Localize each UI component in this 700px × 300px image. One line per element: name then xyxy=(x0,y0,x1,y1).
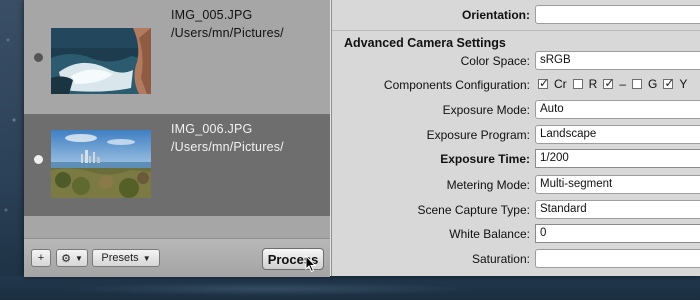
white-balance-row: White Balance: 0 xyxy=(332,223,700,245)
file-path: /Users/mn/Pictures/ xyxy=(171,26,284,40)
metering-mode-label: Metering Mode: xyxy=(446,178,530,192)
file-name: IMG_006.JPG xyxy=(171,122,253,136)
color-space-row: Color Space: sRGB xyxy=(332,50,700,72)
presets-label: Presets xyxy=(101,252,139,264)
section-title: Advanced Camera Settings xyxy=(344,36,506,50)
add-button[interactable]: + xyxy=(31,249,51,267)
mouse-cursor-icon xyxy=(305,255,317,273)
exposure-mode-field[interactable]: Auto xyxy=(535,100,700,119)
exposure-time-input[interactable]: 1/200 xyxy=(535,149,700,168)
status-dot xyxy=(34,155,43,164)
scene-capture-label: Scene Capture Type: xyxy=(417,203,530,217)
component-label: R xyxy=(588,77,598,91)
desktop-wallpaper xyxy=(0,0,24,300)
saturation-field[interactable] xyxy=(535,249,700,268)
settings-pane: Orientation: Advanced Camera Settings Co… xyxy=(332,0,700,276)
white-balance-input[interactable]: 0 xyxy=(535,224,700,243)
saturation-row: Saturation: xyxy=(332,248,700,270)
component-checkbox[interactable] xyxy=(572,79,583,89)
component-checkbox[interactable] xyxy=(603,76,614,90)
action-menu-button[interactable]: ⚙ ▼ xyxy=(56,249,88,267)
file-list: IMG_005.JPG /Users/mn/Pictures/ IMG_006.… xyxy=(24,0,330,216)
chevron-down-icon: ▼ xyxy=(142,253,151,263)
exposure-mode-label: Exposure Mode: xyxy=(442,103,530,117)
orientation-label: Orientation: xyxy=(462,8,530,22)
exposure-program-label: Exposure Program: xyxy=(426,128,530,142)
white-balance-label: White Balance: xyxy=(449,227,530,241)
status-dot xyxy=(34,53,43,62)
bottom-toolbar: + ⚙ ▼ Presets ▼ Process xyxy=(24,238,330,277)
metering-mode-field[interactable]: Multi-segment xyxy=(535,175,700,194)
file-list-pane: IMG_005.JPG /Users/mn/Pictures/ IMG_006.… xyxy=(24,0,330,277)
component-checkbox[interactable] xyxy=(632,79,643,89)
thumbnail-image xyxy=(51,130,151,198)
desktop-wallpaper-bottom xyxy=(0,276,700,300)
components-configuration-label: Components Configuration: xyxy=(383,78,530,92)
color-space-field[interactable]: sRGB xyxy=(535,51,700,70)
exposure-time-row: Exposure Time: 1/200 xyxy=(332,148,700,170)
component-checkbox[interactable] xyxy=(538,76,549,90)
component-label: Cr xyxy=(554,77,567,91)
components-configuration-row: Components Configuration: Cr R – G Y xyxy=(332,74,700,96)
component-label: G xyxy=(648,77,658,91)
file-list-item-selected[interactable]: IMG_006.JPG /Users/mn/Pictures/ xyxy=(24,114,330,216)
saturation-label: Saturation: xyxy=(471,252,530,266)
exposure-time-label: Exposure Time: xyxy=(440,152,530,166)
exposure-mode-row: Exposure Mode: Auto xyxy=(332,99,700,121)
app-window: IMG_005.JPG /Users/mn/Pictures/ IMG_006.… xyxy=(24,0,700,277)
file-list-item[interactable]: IMG_005.JPG /Users/mn/Pictures/ xyxy=(24,0,330,102)
orientation-row: Orientation: xyxy=(332,4,700,26)
component-label: – xyxy=(619,77,627,91)
color-space-label: Color Space: xyxy=(460,54,530,68)
file-name: IMG_005.JPG xyxy=(171,8,253,22)
component-checkbox[interactable] xyxy=(663,76,674,90)
thumbnail-image xyxy=(51,28,151,94)
file-path: /Users/mn/Pictures/ xyxy=(171,140,284,154)
gear-icon: ⚙ xyxy=(61,252,71,265)
plus-icon: + xyxy=(37,252,45,264)
orientation-field[interactable] xyxy=(535,5,700,24)
scene-capture-field[interactable]: Standard xyxy=(535,200,700,219)
chevron-down-icon: ▼ xyxy=(74,253,83,263)
component-label: Y xyxy=(679,77,688,91)
presets-button[interactable]: Presets ▼ xyxy=(92,249,160,267)
components-checkboxes: Cr R – G Y xyxy=(538,76,688,91)
metering-mode-row: Metering Mode: Multi-segment xyxy=(332,174,700,196)
exposure-program-row: Exposure Program: Landscape xyxy=(332,124,700,146)
scene-capture-row: Scene Capture Type: Standard xyxy=(332,199,700,221)
section-divider xyxy=(332,30,700,31)
exposure-program-field[interactable]: Landscape xyxy=(535,125,700,144)
